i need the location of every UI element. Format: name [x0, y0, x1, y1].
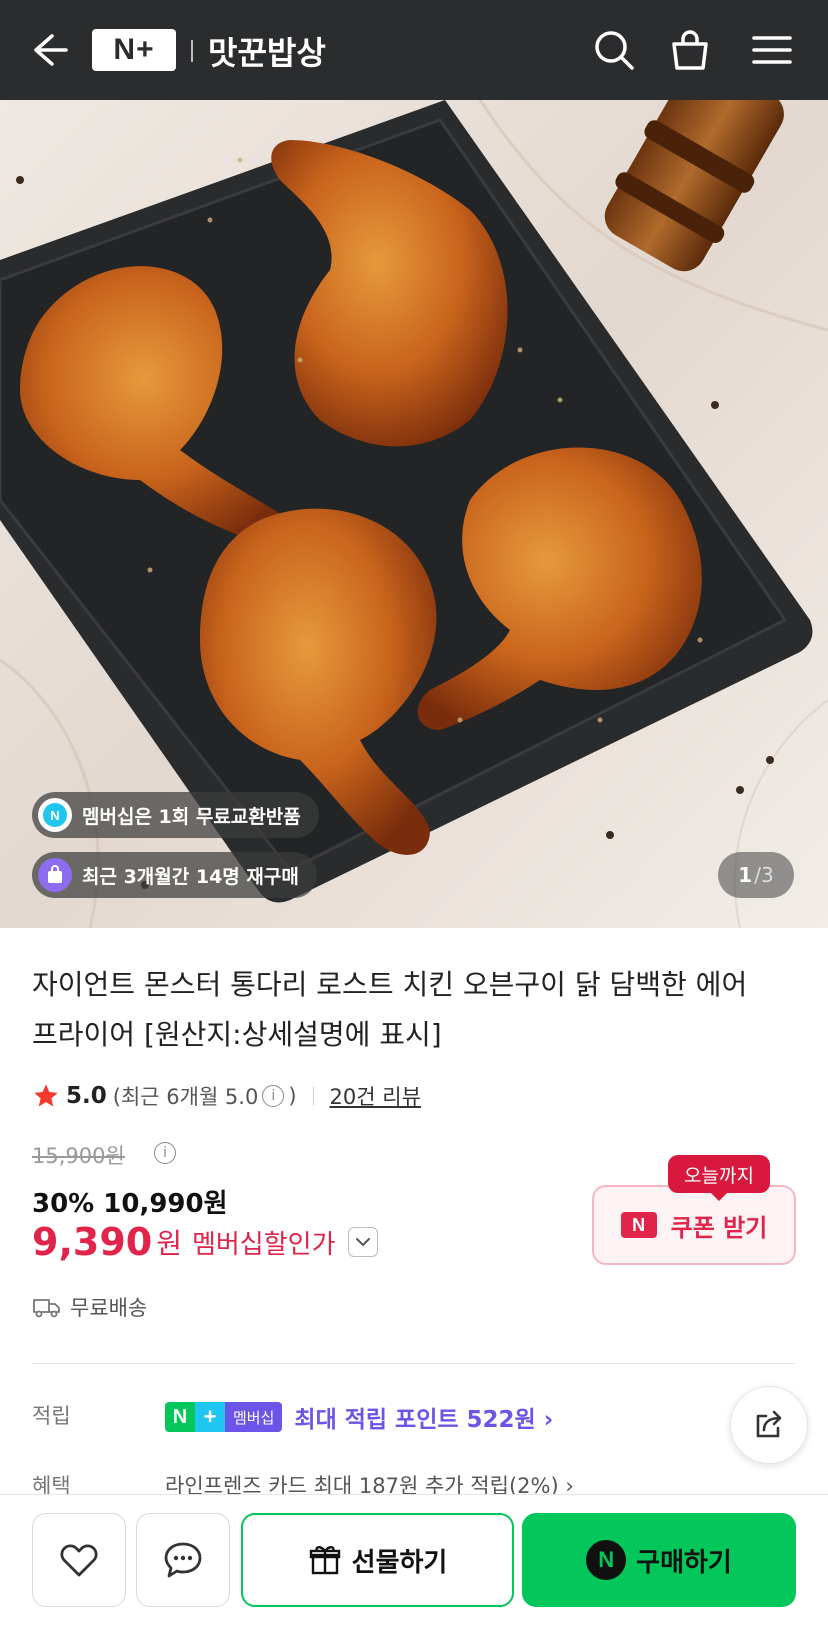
- gift-label: 선물하기: [351, 1547, 448, 1578]
- exchange-badge: N 멤버십은 1회 무료교환반품: [32, 792, 319, 838]
- divider: [312, 1087, 314, 1105]
- rating-score: 5.0: [66, 1083, 107, 1109]
- membership-price: 9,390: [32, 1220, 153, 1264]
- chevron-down-icon[interactable]: [347, 1227, 378, 1257]
- review-link[interactable]: 20건 리뷰: [330, 1081, 421, 1111]
- svg-text:N: N: [50, 808, 59, 823]
- naver-plus-logo[interactable]: N+: [92, 29, 176, 71]
- membership-price-row: 9,390 원 멤버십할인가: [32, 1220, 378, 1264]
- chat-bubble-icon: [164, 1542, 202, 1578]
- membership-n-icon: N: [38, 798, 72, 832]
- buy-button[interactable]: N 구매하기: [522, 1513, 796, 1607]
- coupon-n-icon: N: [620, 1212, 657, 1238]
- gift-icon: [309, 1546, 340, 1575]
- shipping-row: 무료배송: [32, 1292, 147, 1322]
- shipping-text: 무료배송: [70, 1296, 148, 1320]
- heart-icon: [60, 1544, 98, 1577]
- repurchase-bag-icon: [38, 858, 72, 892]
- membership-price-unit: 원: [156, 1227, 182, 1260]
- points-label: 적립: [32, 1404, 71, 1428]
- rating-row: 5.0 (최근 6개월 5.0 i ) 20건 리뷰: [32, 1078, 421, 1114]
- wishlist-button[interactable]: [32, 1513, 126, 1607]
- section-divider: [32, 1363, 796, 1364]
- repurchase-badge: 최근 3개월간 14명 재구매: [32, 852, 317, 898]
- points-row[interactable]: N + 멤버십 최대 적립 포인트 522원 ›: [165, 1400, 553, 1434]
- gift-button[interactable]: 선물하기: [241, 1513, 514, 1607]
- coupon-label: 쿠폰 받기: [670, 1213, 768, 1242]
- image-counter-current: 1: [738, 863, 753, 887]
- bottom-action-bar: 선물하기 N 구매하기: [0, 1494, 828, 1628]
- search-icon[interactable]: [590, 26, 638, 74]
- shopping-bag-icon[interactable]: [666, 26, 714, 74]
- product-image[interactable]: N 멤버십은 1회 무료교환반품 최근 3개월간 14명 재구매 1/3: [0, 100, 828, 928]
- coupon-button[interactable]: N 쿠폰 받기: [592, 1185, 796, 1265]
- share-button[interactable]: [730, 1386, 808, 1464]
- rating-recent-close: ): [288, 1084, 297, 1108]
- naver-pay-n-icon: N: [586, 1540, 627, 1580]
- image-counter-total: /3: [754, 863, 774, 887]
- menu-icon[interactable]: [748, 26, 796, 74]
- buy-label: 구매하기: [636, 1547, 732, 1578]
- truck-icon: [33, 1299, 60, 1318]
- back-arrow-icon[interactable]: [26, 28, 70, 72]
- price-info-icon[interactable]: i: [154, 1142, 176, 1164]
- share-icon: [756, 1410, 782, 1438]
- membership-price-label: 멤버십할인가: [191, 1229, 336, 1260]
- top-header: N+ 맛꾼밥상: [0, 0, 828, 100]
- original-price: 15,900원: [32, 1144, 125, 1168]
- product-title: 자이언트 몬스터 통다리 로스트 치킨 오븐구이 닭 담백한 에어프라이어 [원…: [32, 968, 748, 1051]
- today-only-tag: 오늘까지: [668, 1155, 770, 1201]
- talk-button[interactable]: [136, 1513, 230, 1607]
- store-name[interactable]: 맛꾼밥상: [208, 28, 326, 74]
- sale-price: 30% 10,990원: [32, 1189, 228, 1219]
- rating-recent: (최근 6개월 5.0: [112, 1085, 259, 1109]
- naver-plus-membership-badge: N + 멤버십: [165, 1402, 283, 1432]
- logo-divider: [191, 40, 193, 62]
- info-icon[interactable]: i: [262, 1085, 285, 1107]
- image-counter: 1/3: [718, 852, 794, 898]
- max-points-text: 최대 적립 포인트 522원 ›: [294, 1407, 554, 1433]
- star-icon: [34, 1084, 58, 1107]
